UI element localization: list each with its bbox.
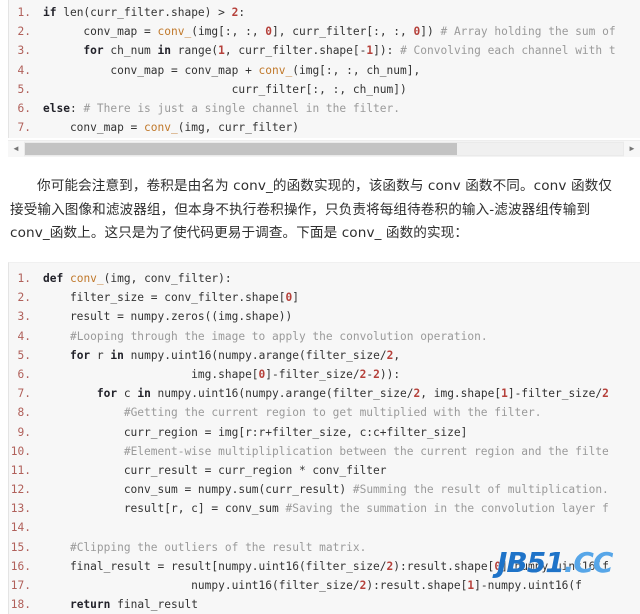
line-number: 2. (17, 25, 31, 39)
line-number: 13. (10, 502, 31, 516)
code-text: img.shape[0]-filter_size/2-2)): (43, 367, 401, 381)
line-number: 7. (17, 387, 31, 401)
code-lines-upper: 1. if len(curr_filter.shape) > 2: 2. conv_… (9, 0, 640, 137)
paragraph-line-1: 你可能会注意到，卷积是由名为 conv_的函数实现的，该函数与 conv 函数不… (37, 178, 613, 194)
code-line: 18. return final_result (9, 595, 640, 614)
code-line: 6. else: # There is just a single channel… (9, 99, 640, 118)
code-line: 8. #Getting the current region to get mu… (9, 403, 640, 422)
code-text: return final_result (69, 598, 198, 612)
code-line: 3. for ch_num in range(1, curr_filter.sh… (9, 41, 640, 60)
code-line: 10. #Element-wise multipliplication betw… (9, 442, 640, 461)
code-text: #Looping through the image to apply the … (69, 329, 488, 343)
code-text: result = numpy.zeros((img.shape)) (43, 310, 293, 324)
code-line: 1. def conv_(img, conv_filter): (9, 269, 640, 288)
line-number: 12. (10, 483, 31, 497)
code-text: conv_sum = numpy.sum(curr_result) #Summi… (43, 483, 609, 497)
line-number: 5. (17, 348, 31, 362)
code-line: 12. conv_sum = numpy.sum(curr_result) #S… (9, 480, 640, 499)
line-number: 7. (17, 121, 31, 135)
body-paragraph: 你可能会注意到，卷积是由名为 conv_的函数实现的，该函数与 conv 函数不… (10, 175, 632, 246)
code-text: numpy.uint16(filter_size/2):result.shape… (43, 579, 582, 592)
code-text: curr_region = img[r:r+filter_size, c:c+f… (43, 425, 468, 439)
line-number: 18. (10, 598, 31, 612)
line-number: 10. (10, 444, 31, 458)
line-number: 14. (10, 521, 31, 535)
code-line: 3. result = numpy.zeros((img.shape)) (9, 307, 640, 326)
line-number: 6. (17, 101, 31, 115)
code-text: #Clipping the outliers of the result mat… (69, 540, 367, 554)
line-number: 3. (17, 310, 31, 324)
code-line: 2. conv_map = conv_(img[:, :, 0], curr_f… (9, 22, 640, 41)
code-line: 5. for r in numpy.uint16(numpy.arange(fi… (9, 346, 640, 365)
line-number: 4. (17, 63, 31, 77)
code-line: 14. (9, 518, 640, 537)
code-text: curr_result = curr_region * conv_filter (43, 463, 387, 477)
code-line: 6. img.shape[0]-filter_size/2-2)): (9, 365, 640, 384)
line-number: 16. (10, 559, 31, 573)
line-number: 5. (17, 82, 31, 96)
code-text: conv_map = conv_(img, curr_filter) (43, 121, 299, 135)
horizontal-scrollbar[interactable]: ◄ ► (8, 140, 640, 157)
code-line: 2. filter_size = conv_filter.shape[0] (9, 288, 640, 307)
code-block-lower: 1. def conv_(img, conv_filter): 2. filter_… (8, 262, 640, 614)
line-number: 15. (10, 540, 31, 554)
line-number: 1. (17, 6, 31, 19)
code-line: 7. for c in numpy.uint16(numpy.arange(fi… (9, 384, 640, 403)
code-line: 15. #Clipping the outliers of the result… (9, 538, 640, 557)
code-text: else: # There is just a single channel i… (43, 101, 401, 115)
code-line: 4. conv_map = conv_map + conv_(img[:, :,… (9, 61, 640, 80)
code-text: for c in numpy.uint16(numpy.arange(filte… (96, 387, 609, 401)
scrollbar-thumb[interactable] (25, 143, 457, 155)
code-line: 1. if len(curr_filter.shape) > 2: (9, 3, 640, 22)
code-text: for r in numpy.uint16(numpy.arange(filte… (69, 348, 401, 362)
code-text: curr_filter[:, :, ch_num]) (43, 82, 407, 96)
code-text: if len(curr_filter.shape) > 2: (43, 6, 246, 19)
code-line: 16. final_result = result[numpy.uint16(f… (9, 557, 640, 576)
code-text: conv_map = conv_map + conv_(img[:, :, ch… (43, 63, 421, 77)
line-number: 9. (17, 425, 31, 439)
code-line: 5. curr_filter[:, :, ch_num]) (9, 80, 640, 99)
code-text: conv_map = conv_(img[:, :, 0], curr_filt… (43, 25, 616, 39)
paragraph-line-3: conv_函数上。这只是为了使代码更易于调查。下面是 conv_ 函数的实现： (10, 225, 469, 241)
code-line: 7. conv_map = conv_(img, curr_filter) (9, 118, 640, 137)
code-block-upper: 1. if len(curr_filter.shape) > 2: 2. conv_… (8, 0, 640, 138)
paragraph-line-2: 接受输入图像和滤波器组，但本身不执行卷积操作，只负责将每组待卷积的输入-滤波器组… (10, 201, 591, 218)
code-line: 4. #Looping through the image to apply t… (9, 327, 640, 346)
line-number: 17. (10, 579, 31, 592)
code-text: result[r, c] = conv_sum #Saving the summ… (43, 502, 609, 516)
code-text: #Getting the current region to get multi… (123, 406, 542, 420)
line-number: 11. (10, 463, 31, 477)
scroll-right-arrow-icon[interactable]: ► (624, 141, 640, 157)
line-number: 2. (17, 291, 31, 305)
code-line: 11. curr_result = curr_region * conv_fil… (9, 461, 640, 480)
code-line: 9. curr_region = img[r:r+filter_size, c:… (9, 423, 640, 442)
code-text: for ch_num in range(1, curr_filter.shape… (83, 44, 616, 58)
line-number: 6. (17, 367, 31, 381)
code-line: 17. numpy.uint16(filter_size/2):result.s… (9, 576, 640, 595)
code-lines-lower: 1. def conv_(img, conv_filter): 2. filter_… (9, 263, 640, 614)
code-text: #Element-wise multipliplication between … (123, 444, 609, 458)
line-number: 8. (17, 406, 31, 420)
scroll-left-arrow-icon[interactable]: ◄ (8, 141, 24, 157)
line-number: 1. (17, 272, 31, 285)
line-number: 4. (17, 329, 31, 343)
code-line: 13. result[r, c] = conv_sum #Saving the … (9, 499, 640, 518)
code-text: def conv_(img, conv_filter): (43, 272, 232, 285)
code-text: final_result = result[numpy.uint16(filte… (43, 559, 609, 573)
code-text: filter_size = conv_filter.shape[0] (43, 291, 299, 305)
line-number: 3. (17, 44, 31, 58)
